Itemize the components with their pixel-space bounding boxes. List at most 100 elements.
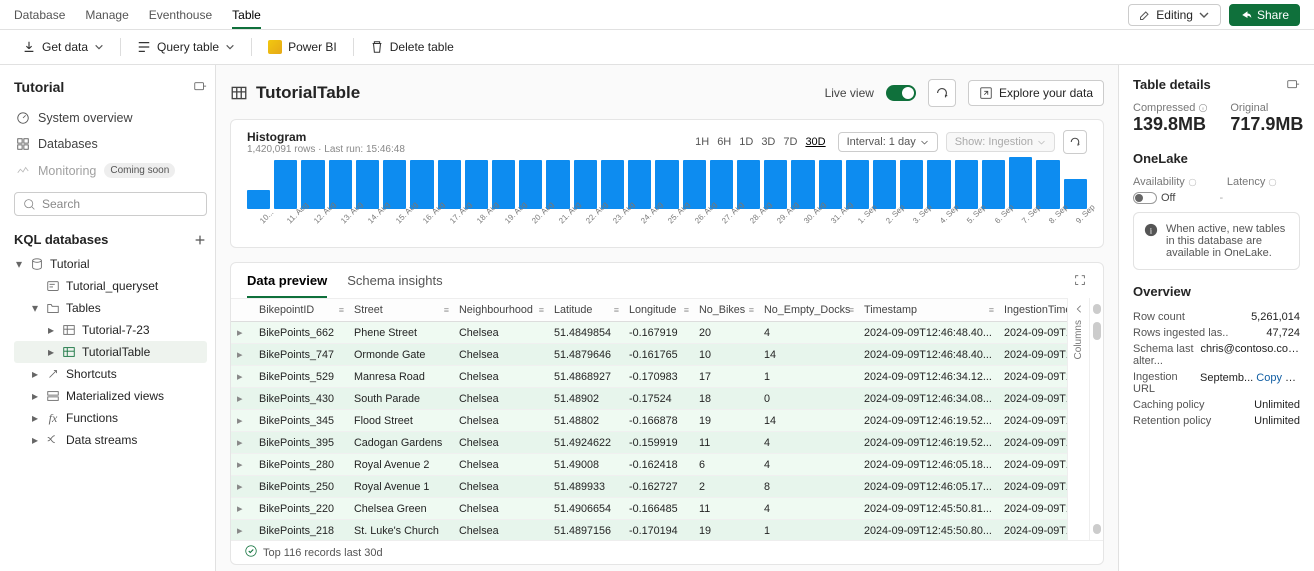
show-label: Show: Ingestion (955, 136, 1033, 148)
overview-title: Overview (1133, 284, 1300, 299)
column-header[interactable]: Latitude≡ (548, 299, 623, 322)
bar: 21. Aug (546, 160, 569, 237)
delete-table-button[interactable]: Delete table (362, 36, 462, 58)
column-menu-icon[interactable]: ≡ (749, 305, 754, 315)
original-value: 717.9MB (1230, 114, 1303, 135)
nav-system-overview[interactable]: System overview (14, 105, 207, 131)
onelake-toggle[interactable] (1133, 192, 1157, 204)
tree-table-a[interactable]: ▸ Tutorial-7-23 (14, 319, 207, 341)
live-view-toggle[interactable] (886, 85, 916, 101)
bar: 15. Aug (383, 160, 406, 237)
tree-mat-views[interactable]: ▸ Materialized views (14, 385, 207, 407)
tree-shortcuts[interactable]: ▸ Shortcuts (14, 363, 207, 385)
tree-label: Materialized views (66, 389, 164, 403)
column-header[interactable]: No_Empty_Docks≡ (758, 299, 858, 322)
column-menu-icon[interactable]: ≡ (539, 305, 544, 315)
table-row[interactable]: ▸BikePoints_218St. Luke's ChurchChelsea5… (231, 520, 1067, 541)
editing-label: Editing (1156, 8, 1193, 22)
scroll-down-button[interactable] (1093, 524, 1101, 534)
column-header[interactable]: Street≡ (348, 299, 453, 322)
tab-data-preview[interactable]: Data preview (247, 273, 327, 298)
time-range-selector[interactable]: 1H6H1D3D7D30D (691, 136, 830, 148)
table-row[interactable]: ▸BikePoints_250Royal Avenue 1Chelsea51.4… (231, 476, 1067, 498)
range-30D[interactable]: 30D (801, 134, 829, 150)
tree-data-streams[interactable]: ▸ Data streams (14, 429, 207, 451)
coming-soon-badge: Coming soon (104, 163, 175, 178)
overview-row: Row count5,261,014 (1133, 309, 1300, 325)
column-menu-icon[interactable]: ≡ (849, 305, 854, 315)
tree-functions[interactable]: ▸ fx Functions (14, 407, 207, 429)
range-1D[interactable]: 1D (735, 134, 757, 150)
share-label: Share (1257, 8, 1289, 22)
tree-table-b[interactable]: ▸ TutorialTable (14, 341, 207, 363)
table-row[interactable]: ▸BikePoints_220Chelsea GreenChelsea51.49… (231, 498, 1067, 520)
nav-monitoring: Monitoring Coming soon (14, 157, 207, 184)
column-header[interactable]: BikepointID≡ (253, 299, 348, 322)
column-header[interactable]: Neighbourhood≡ (453, 299, 548, 322)
tree-tables[interactable]: ▾ Tables (14, 297, 207, 319)
column-header[interactable]: Longitude≡ (623, 299, 693, 322)
tree-db[interactable]: ▾ Tutorial (14, 253, 207, 275)
query-table-button[interactable]: Query table (129, 36, 243, 58)
range-6H[interactable]: 6H (713, 134, 735, 150)
bar: 5. Sep (955, 160, 978, 237)
collapse-icon[interactable] (1286, 78, 1300, 92)
info-icon[interactable] (1198, 103, 1208, 113)
histogram-refresh-button[interactable] (1063, 130, 1087, 154)
data-preview-card: Data preview Schema insights BikepointID… (230, 262, 1104, 565)
table-row[interactable]: ▸BikePoints_280Royal Avenue 2Chelsea51.4… (231, 454, 1067, 476)
table-row[interactable]: ▸BikePoints_662Phene StreetChelsea51.484… (231, 322, 1067, 344)
scroll-up-button[interactable] (1093, 304, 1101, 314)
column-menu-icon[interactable]: ≡ (444, 305, 449, 315)
table-row[interactable]: ▸BikePoints_430South ParadeChelsea51.489… (231, 388, 1067, 410)
search-input[interactable]: Search (14, 192, 207, 216)
refresh-button[interactable] (928, 79, 956, 107)
nav-databases[interactable]: Databases (14, 131, 207, 157)
table-row[interactable]: ▸BikePoints_529Manresa RoadChelsea51.486… (231, 366, 1067, 388)
table-row[interactable]: ▸BikePoints_345Flood StreetChelsea51.488… (231, 410, 1067, 432)
expand-button[interactable] (1073, 273, 1087, 298)
column-header[interactable]: IngestionTime≡ (998, 299, 1067, 322)
range-1H[interactable]: 1H (691, 134, 713, 150)
database-icon (30, 257, 44, 271)
top-tab-database[interactable]: Database (14, 2, 65, 28)
bar: 13. Aug (329, 160, 352, 237)
bar: 18. Aug (465, 160, 488, 237)
histogram-meta: 1,420,091 rows · Last run: 15:46:48 (247, 144, 405, 155)
interval-dropdown[interactable]: Interval: 1 day (838, 132, 938, 152)
info-icon[interactable] (1188, 178, 1197, 187)
compressed-label: Compressed (1133, 102, 1195, 114)
get-data-button[interactable]: Get data (14, 36, 112, 58)
share-button[interactable]: Share (1229, 4, 1300, 26)
range-3D[interactable]: 3D (757, 134, 779, 150)
info-icon[interactable] (1268, 178, 1277, 187)
pin-icon[interactable] (193, 80, 207, 94)
columns-panel-toggle[interactable]: Columns (1067, 298, 1089, 540)
tab-schema-insights[interactable]: Schema insights (347, 273, 442, 298)
scroll-thumb[interactable] (1093, 322, 1101, 340)
vertical-scrollbar[interactable] (1089, 298, 1103, 540)
column-menu-icon[interactable]: ≡ (614, 305, 619, 315)
refresh-icon (1069, 136, 1081, 148)
column-menu-icon[interactable]: ≡ (989, 305, 994, 315)
explore-data-button[interactable]: Explore your data (968, 80, 1104, 106)
table-row[interactable]: ▸BikePoints_747Ormonde GateChelsea51.487… (231, 344, 1067, 366)
column-menu-icon[interactable]: ≡ (339, 305, 344, 315)
add-icon[interactable] (193, 233, 207, 247)
queryset-icon (46, 279, 60, 293)
copy-uri-link[interactable]: Copy URI (1253, 372, 1300, 384)
editing-dropdown[interactable]: Editing (1128, 4, 1221, 26)
bar: 3. Sep (900, 160, 923, 237)
column-menu-icon[interactable]: ≡ (684, 305, 689, 315)
top-tab-eventhouse[interactable]: Eventhouse (149, 2, 212, 28)
range-7D[interactable]: 7D (779, 134, 801, 150)
bar: 29. Aug (764, 160, 787, 237)
column-header[interactable]: No_Bikes≡ (693, 299, 758, 322)
tree-queryset[interactable]: Tutorial_queryset (14, 275, 207, 297)
overview-row: Retention policyUnlimited (1133, 413, 1300, 429)
power-bi-button[interactable]: Power BI (260, 36, 345, 58)
column-header[interactable]: Timestamp≡ (858, 299, 998, 322)
table-row[interactable]: ▸BikePoints_395Cadogan GardensChelsea51.… (231, 432, 1067, 454)
top-tab-table[interactable]: Table (232, 2, 261, 29)
top-tab-manage[interactable]: Manage (85, 2, 128, 28)
